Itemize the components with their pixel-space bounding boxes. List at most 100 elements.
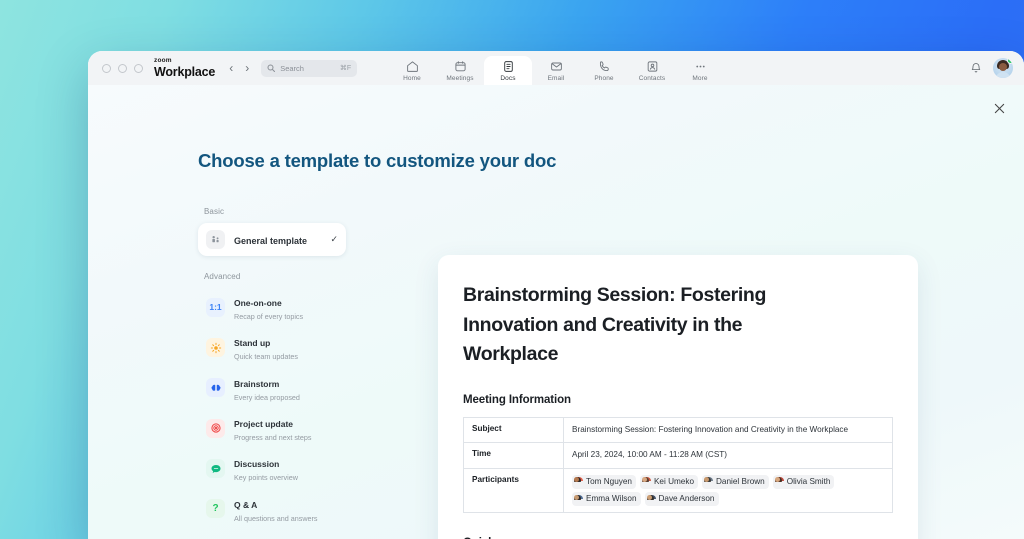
table-cell-key: Time xyxy=(464,443,564,468)
nav-label-meetings: Meetings xyxy=(446,75,473,82)
nav-item-email[interactable]: Email xyxy=(532,56,580,85)
maximize-window-dot[interactable] xyxy=(134,64,143,73)
brain-icon xyxy=(206,378,225,397)
close-window-dot[interactable] xyxy=(102,64,111,73)
sidebar-item-one-on-one[interactable]: 1:1 One-on-one Recap of every topics xyxy=(198,288,346,326)
sidebar-item-sublabel: Progress and next steps xyxy=(234,433,338,442)
table-row: Time April 23, 2024, 10:00 AM - 11:28 AM… xyxy=(464,443,893,468)
table-cell-participants: Tom Nguyen Kei Umeko Daniel Brown xyxy=(564,468,893,513)
sidebar-item-customer-success[interactable]: Customer success Feedback and next steps xyxy=(198,530,346,539)
sidebar-item-label: General template xyxy=(234,236,307,246)
sidebar-item-label: Project update xyxy=(234,419,293,429)
group-label-basic: Basic xyxy=(204,207,346,216)
online-status-badge xyxy=(1007,58,1013,64)
nav-item-meetings[interactable]: Meetings xyxy=(436,56,484,85)
sidebar-item-label: One-on-one xyxy=(234,298,282,308)
nav-item-phone[interactable]: Phone xyxy=(580,56,628,85)
nav-label-email: Email xyxy=(548,75,565,82)
participant-name: Kei Umeko xyxy=(654,476,694,488)
user-avatar[interactable] xyxy=(993,58,1013,78)
participant-name: Olivia Smith xyxy=(787,476,831,488)
avatar xyxy=(775,477,784,486)
main-nav: Home Meetings Docs Email xyxy=(388,56,724,85)
nav-item-home[interactable]: Home xyxy=(388,56,436,85)
nav-label-home: Home xyxy=(403,75,421,82)
sidebar-item-label: Stand up xyxy=(234,338,270,348)
sidebar-item-q-and-a[interactable]: ? Q & A All questions and answers xyxy=(198,490,346,528)
nav-label-contacts: Contacts xyxy=(639,75,665,82)
participant-chip: Olivia Smith xyxy=(773,475,835,489)
contacts-icon xyxy=(646,60,659,73)
sidebar-item-general-template[interactable]: General template ✓ xyxy=(198,223,346,256)
sidebar-item-sublabel: Key points overview xyxy=(234,473,338,482)
app-window: zoom Workplace ‹ › Search ⌘F Home xyxy=(88,51,1024,539)
avatar xyxy=(704,477,713,486)
forward-button[interactable]: › xyxy=(245,61,249,75)
avatar xyxy=(642,477,651,486)
sidebar-item-text: General template xyxy=(234,231,321,249)
bell-icon[interactable] xyxy=(970,62,982,74)
sidebar-item-label: Brainstorm xyxy=(234,379,279,389)
nav-label-phone: Phone xyxy=(594,75,613,82)
window-traffic-lights[interactable] xyxy=(102,64,143,73)
nav-item-contacts[interactable]: Contacts xyxy=(628,56,676,85)
group-label-advanced: Advanced xyxy=(204,272,346,281)
nav-label-more: More xyxy=(692,75,707,82)
brand-workplace-text: Workplace xyxy=(154,66,215,79)
template-sidebar: Basic General template ✓ Advanced 1:1 On… xyxy=(198,207,346,539)
participant-name: Emma Wilson xyxy=(586,493,637,505)
nav-item-more[interactable]: More xyxy=(676,56,724,85)
sun-icon xyxy=(206,338,225,357)
history-nav[interactable]: ‹ › xyxy=(229,61,249,75)
sidebar-item-sublabel: Quick team updates xyxy=(234,352,338,361)
sidebar-item-project-update[interactable]: Project update Progress and next steps xyxy=(198,409,346,447)
search-icon xyxy=(267,64,275,72)
calendar-icon xyxy=(454,60,467,73)
template-chooser-modal: Choose a template to customize your doc … xyxy=(88,85,1024,539)
ellipsis-icon xyxy=(694,60,707,73)
avatar xyxy=(574,477,583,486)
table-row: Participants Tom Nguyen Kei Umeko xyxy=(464,468,893,513)
search-placeholder: Search xyxy=(280,64,335,73)
document-preview-card: Brainstorming Session: Fostering Innovat… xyxy=(438,255,918,539)
participant-chip: Tom Nguyen xyxy=(572,475,636,489)
back-button[interactable]: ‹ xyxy=(229,61,233,75)
table-cell-key: Participants xyxy=(464,468,564,513)
people-icon xyxy=(206,230,225,249)
docs-icon xyxy=(502,60,515,73)
minimize-window-dot[interactable] xyxy=(118,64,127,73)
check-icon: ✓ xyxy=(330,234,338,245)
document-title: Brainstorming Session: Fostering Innovat… xyxy=(463,281,829,370)
participant-chips: Tom Nguyen Kei Umeko Daniel Brown xyxy=(572,475,884,507)
sidebar-item-label: Discussion xyxy=(234,459,279,469)
table-cell-value: April 23, 2024, 10:00 AM - 11:28 AM (CST… xyxy=(564,443,893,468)
search-input[interactable]: Search ⌘F xyxy=(261,60,357,77)
title-bar: zoom Workplace ‹ › Search ⌘F Home xyxy=(88,51,1024,85)
participant-name: Daniel Brown xyxy=(716,476,765,488)
table-row: Subject Brainstorming Session: Fostering… xyxy=(464,417,893,442)
meeting-information-table: Subject Brainstorming Session: Fostering… xyxy=(463,417,893,514)
one-on-one-icon: 1:1 xyxy=(206,298,225,317)
nav-label-docs: Docs xyxy=(500,75,515,82)
titlebar-right-icons xyxy=(970,58,1013,78)
sidebar-item-label: Q & A xyxy=(234,500,257,510)
participant-chip: Kei Umeko xyxy=(640,475,698,489)
page-title: Choose a template to customize your doc xyxy=(198,150,556,172)
sidebar-item-stand-up[interactable]: Stand up Quick team updates xyxy=(198,328,346,366)
sidebar-item-sublabel: Every idea proposed xyxy=(234,393,338,402)
target-icon xyxy=(206,419,225,438)
avatar xyxy=(647,495,656,504)
search-shortcut: ⌘F xyxy=(340,64,351,72)
table-cell-key: Subject xyxy=(464,417,564,442)
zoom-workplace-logo: zoom Workplace xyxy=(154,58,215,78)
sidebar-item-brainstorm[interactable]: Brainstorm Every idea proposed xyxy=(198,369,346,407)
participant-name: Dave Anderson xyxy=(659,493,715,505)
avatar xyxy=(574,495,583,504)
close-icon[interactable] xyxy=(990,99,1008,117)
sidebar-item-discussion[interactable]: Discussion Key points overview xyxy=(198,449,346,487)
sidebar-item-sublabel: Recap of every topics xyxy=(234,312,338,321)
phone-icon xyxy=(598,60,611,73)
table-cell-value: Brainstorming Session: Fostering Innovat… xyxy=(564,417,893,442)
participant-name: Tom Nguyen xyxy=(586,476,632,488)
nav-item-docs[interactable]: Docs xyxy=(484,56,532,85)
